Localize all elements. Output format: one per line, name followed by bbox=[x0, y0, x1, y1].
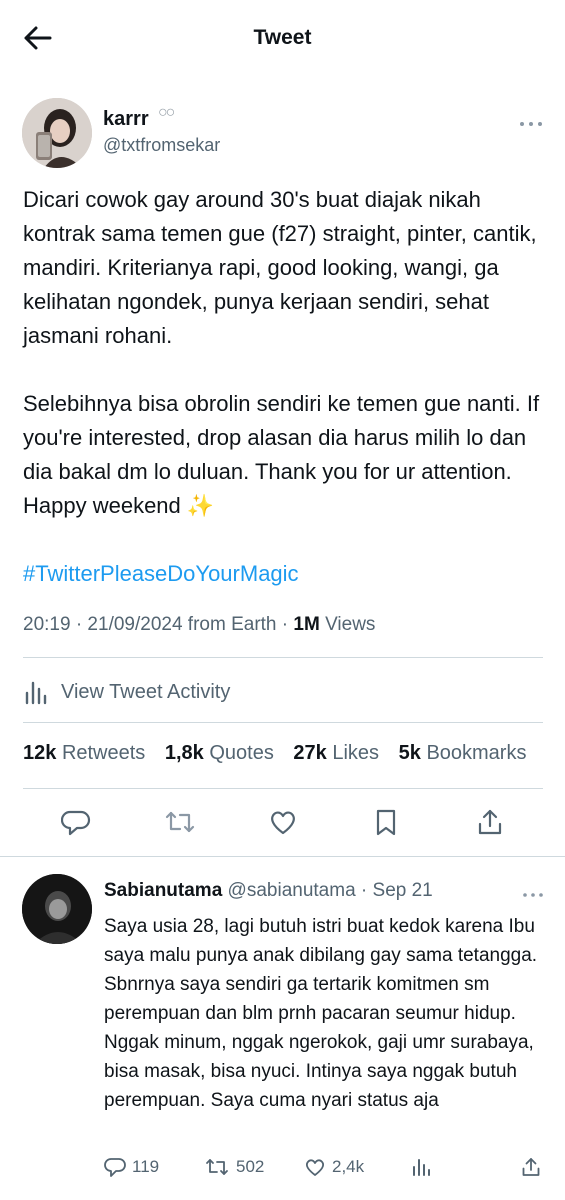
reply-likes-count: 2,4k bbox=[332, 1157, 365, 1176]
quotes-label: Quotes bbox=[209, 742, 274, 764]
divider bbox=[23, 722, 543, 723]
reply-button[interactable] bbox=[58, 804, 94, 840]
analytics-icon bbox=[413, 1159, 430, 1176]
likes-label: Likes bbox=[332, 742, 380, 764]
reply-replies-count: 119 bbox=[132, 1157, 160, 1176]
reply-avatar[interactable] bbox=[22, 874, 92, 944]
author-name[interactable]: karrr bbox=[103, 108, 149, 131]
tweet-timestamp: 20:19 · 21/09/2024 from Earth · bbox=[23, 614, 294, 635]
bookmarks-stat[interactable]: 5k Bookmarks bbox=[399, 742, 527, 764]
retweets-count: 12k bbox=[23, 742, 57, 764]
divider bbox=[0, 856, 565, 857]
tweet-body: Dicari cowok gay around 30's buat diajak… bbox=[23, 183, 548, 591]
reply-share-button[interactable] bbox=[520, 1154, 542, 1180]
author-handle[interactable]: @txtfromsekar bbox=[103, 135, 220, 156]
hashtag-link[interactable]: #TwitterPleaseDoYourMagic bbox=[23, 557, 548, 591]
quotes-count: 1,8k bbox=[164, 742, 204, 764]
likes-stat[interactable]: 27k Likes bbox=[293, 742, 379, 764]
divider bbox=[23, 788, 543, 789]
tweet-paragraph: Dicari cowok gay around 30's buat diajak… bbox=[23, 187, 537, 348]
views-count: 1M bbox=[293, 614, 320, 635]
reply-author-name[interactable]: Sabianutama bbox=[104, 880, 222, 901]
reply-reply-button[interactable]: 119 bbox=[104, 1154, 159, 1180]
page-title: Tweet bbox=[253, 26, 312, 49]
reply-author-handle[interactable]: @sabianutama bbox=[228, 880, 356, 901]
reply-retweet-button[interactable]: 502 bbox=[204, 1154, 264, 1180]
reply-analytics-button[interactable] bbox=[410, 1154, 432, 1180]
analytics-icon bbox=[25, 681, 47, 705]
reply-date: · Sep 21 bbox=[355, 880, 433, 901]
retweet-icon bbox=[206, 1159, 228, 1175]
avatar-photo bbox=[22, 98, 92, 168]
like-button[interactable] bbox=[265, 804, 301, 840]
views-label: Views bbox=[319, 614, 376, 635]
share-button[interactable] bbox=[472, 804, 508, 840]
retweets-label: Retweets bbox=[61, 742, 146, 764]
reply-icon bbox=[61, 810, 91, 836]
tweet-meta: 20:19 · 21/09/2024 from Earth · 1M Views bbox=[23, 614, 375, 636]
author-avatar[interactable] bbox=[22, 98, 92, 168]
reply-header: Sabianutama @sabianutama · Sep 21 bbox=[104, 880, 433, 902]
quotes-stat[interactable]: 1,8k Quotes bbox=[165, 742, 274, 764]
next-item-peek bbox=[100, 1192, 460, 1200]
avatar-photo bbox=[22, 874, 92, 944]
likes-count: 27k bbox=[293, 742, 327, 764]
reply-body: Saya usia 28, lagi butuh istri buat kedo… bbox=[104, 916, 538, 1111]
bookmark-icon bbox=[376, 809, 396, 836]
tweet-stats: 12k Retweets 1,8k Quotes 27k Likes 5k Bo… bbox=[23, 742, 526, 765]
heart-icon bbox=[271, 811, 295, 835]
share-icon bbox=[478, 809, 502, 835]
view-activity-button[interactable]: View Tweet Activity bbox=[23, 676, 230, 708]
retweet-icon bbox=[165, 811, 195, 833]
reply-like-button[interactable]: 2,4k bbox=[304, 1154, 364, 1180]
author-badge: ○○ bbox=[158, 104, 175, 121]
retweets-stat[interactable]: 12k Retweets bbox=[23, 742, 145, 764]
bookmarks-label: Bookmarks bbox=[426, 742, 527, 764]
heart-icon bbox=[306, 1159, 324, 1176]
activity-label: View Tweet Activity bbox=[61, 680, 231, 703]
share-icon bbox=[522, 1158, 540, 1176]
divider bbox=[23, 657, 543, 658]
bookmarks-count: 5k bbox=[398, 742, 421, 764]
retweet-button[interactable] bbox=[162, 804, 198, 840]
reply-retweets-count: 502 bbox=[236, 1157, 265, 1176]
bookmark-button[interactable] bbox=[368, 804, 404, 840]
more-options-icon[interactable] bbox=[518, 116, 544, 126]
tweet-paragraph: Selebihnya bisa obrolin sendiri ke temen… bbox=[23, 391, 540, 518]
more-options-icon[interactable] bbox=[522, 886, 544, 904]
reply-icon bbox=[104, 1158, 126, 1177]
